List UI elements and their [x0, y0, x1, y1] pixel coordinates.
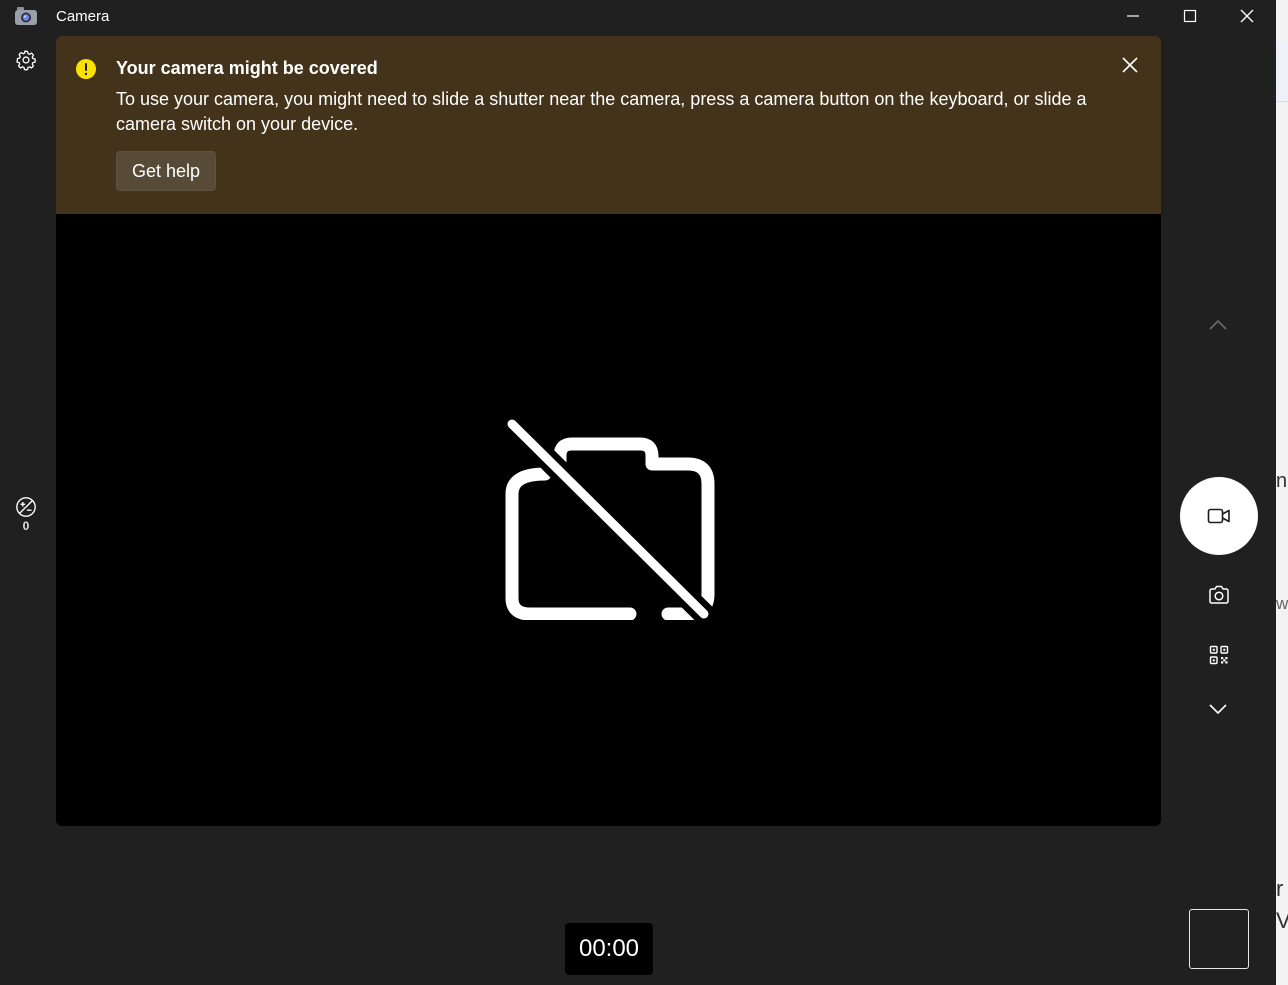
recording-timer: 00:00 — [565, 923, 653, 975]
chevron-up-icon — [1209, 319, 1227, 330]
minimize-icon — [1127, 15, 1139, 17]
camera-preview: Your camera might be covered To use your… — [56, 36, 1161, 826]
camera-window: Camera 0 Your camera might be covered To… — [0, 0, 1276, 985]
video-icon — [1207, 508, 1230, 524]
banner-close-button[interactable] — [1118, 53, 1142, 77]
qr-code-mode-button[interactable] — [1204, 640, 1234, 670]
scroll-down-button[interactable] — [1202, 696, 1234, 722]
photo-mode-button[interactable] — [1204, 580, 1234, 610]
background-text-fragment: n — [1276, 470, 1288, 492]
warning-icon — [76, 59, 96, 79]
maximize-icon — [1183, 9, 1197, 23]
close-icon — [1240, 9, 1254, 23]
title-bar: Camera — [0, 0, 1276, 34]
close-button[interactable] — [1219, 0, 1275, 32]
camera-icon — [1209, 585, 1229, 604]
banner-message: To use your camera, you might need to sl… — [116, 89, 1087, 134]
background-text-fragment: r — [1276, 876, 1284, 901]
desktop-background: n w r V — [1276, 0, 1288, 985]
camera-covered-banner: Your camera might be covered To use your… — [56, 36, 1161, 214]
exposure-value: 0 — [22, 519, 30, 533]
background-text-fragment: V — [1276, 908, 1288, 933]
scroll-up-button[interactable] — [1202, 312, 1234, 338]
minimize-button[interactable] — [1105, 0, 1161, 32]
background-window-header — [1276, 42, 1288, 102]
get-help-button[interactable]: Get help — [116, 151, 217, 191]
chevron-down-icon — [1209, 704, 1227, 715]
background-text-fragment: w — [1276, 594, 1288, 613]
last-capture-thumbnail[interactable] — [1189, 909, 1249, 969]
exposure-icon — [16, 497, 36, 517]
settings-button[interactable] — [12, 46, 40, 74]
exposure-button[interactable]: 0 — [10, 496, 42, 540]
camera-app-icon — [15, 7, 37, 25]
close-icon — [1122, 57, 1138, 73]
maximize-button[interactable] — [1162, 0, 1218, 32]
banner-title: Your camera might be covered — [116, 58, 378, 78]
qr-code-icon — [1209, 645, 1229, 665]
gear-icon — [16, 50, 36, 71]
app-title: Camera — [56, 8, 110, 25]
video-mode-button[interactable] — [1180, 477, 1258, 555]
camera-off-icon — [501, 414, 715, 620]
